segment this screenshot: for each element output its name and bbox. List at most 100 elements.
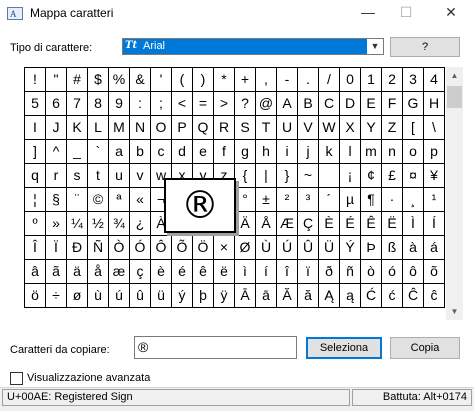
char-cell[interactable]: D bbox=[340, 92, 361, 116]
char-cell[interactable]: $ bbox=[88, 68, 109, 92]
char-cell[interactable]: ø bbox=[67, 284, 88, 308]
char-cell[interactable]: ¦ bbox=[25, 188, 46, 212]
char-cell[interactable]: Ó bbox=[130, 236, 151, 260]
char-cell[interactable]: : bbox=[130, 92, 151, 116]
char-cell[interactable]: ö bbox=[25, 284, 46, 308]
char-cell[interactable]: Î bbox=[25, 236, 46, 260]
char-cell[interactable]: ¥ bbox=[424, 164, 445, 188]
copy-input[interactable]: ® bbox=[134, 336, 297, 359]
char-cell[interactable]: ê bbox=[193, 260, 214, 284]
char-cell[interactable]: ç bbox=[130, 260, 151, 284]
char-cell[interactable]: ą bbox=[340, 284, 361, 308]
char-cell[interactable]: É bbox=[340, 212, 361, 236]
char-cell[interactable]: õ bbox=[424, 260, 445, 284]
char-cell[interactable]: c bbox=[151, 140, 172, 164]
char-cell[interactable]: © bbox=[88, 188, 109, 212]
maximize-button[interactable]: ☐ bbox=[387, 0, 425, 26]
scroll-down-arrow-icon[interactable]: ▼ bbox=[446, 303, 463, 320]
char-cell[interactable]: K bbox=[67, 116, 88, 140]
help-button[interactable]: ? bbox=[390, 37, 460, 57]
char-cell[interactable]: M bbox=[109, 116, 130, 140]
char-cell[interactable]: X bbox=[340, 116, 361, 140]
char-cell[interactable]: ë bbox=[214, 260, 235, 284]
char-cell[interactable]: ) bbox=[193, 68, 214, 92]
char-cell[interactable]: ¶ bbox=[361, 188, 382, 212]
char-cell[interactable]: ¹ bbox=[424, 188, 445, 212]
char-cell[interactable]: d bbox=[172, 140, 193, 164]
char-cell[interactable] bbox=[319, 164, 340, 188]
char-cell[interactable]: 8 bbox=[88, 92, 109, 116]
char-cell[interactable]: & bbox=[130, 68, 151, 92]
char-cell[interactable]: { bbox=[235, 164, 256, 188]
char-cell[interactable]: i bbox=[277, 140, 298, 164]
char-cell[interactable]: o bbox=[403, 140, 424, 164]
char-cell[interactable]: Q bbox=[193, 116, 214, 140]
char-cell[interactable]: ï bbox=[298, 260, 319, 284]
char-cell[interactable]: . bbox=[298, 68, 319, 92]
char-cell[interactable]: 2 bbox=[382, 68, 403, 92]
char-cell[interactable]: 7 bbox=[67, 92, 88, 116]
char-cell[interactable]: 5 bbox=[25, 92, 46, 116]
char-cell[interactable]: 0 bbox=[340, 68, 361, 92]
char-cell[interactable]: B bbox=[298, 92, 319, 116]
char-cell[interactable]: ă bbox=[298, 284, 319, 308]
char-cell[interactable]: A bbox=[277, 92, 298, 116]
char-cell[interactable]: £ bbox=[382, 164, 403, 188]
char-cell[interactable]: _ bbox=[67, 140, 88, 164]
char-cell[interactable]: ã bbox=[46, 260, 67, 284]
char-cell[interactable]: » bbox=[46, 212, 67, 236]
char-cell[interactable]: Ć bbox=[361, 284, 382, 308]
char-cell[interactable]: t bbox=[88, 164, 109, 188]
chevron-down-icon[interactable]: ▼ bbox=[367, 39, 383, 54]
char-cell[interactable]: O bbox=[151, 116, 172, 140]
char-cell[interactable]: Ø bbox=[235, 236, 256, 260]
char-cell[interactable]: C bbox=[319, 92, 340, 116]
char-cell[interactable]: ¤ bbox=[403, 164, 424, 188]
char-cell[interactable]: × bbox=[214, 236, 235, 260]
char-cell[interactable]: Õ bbox=[172, 236, 193, 260]
char-cell[interactable]: m bbox=[361, 140, 382, 164]
char-cell[interactable]: è bbox=[151, 260, 172, 284]
char-cell[interactable]: [ bbox=[403, 116, 424, 140]
char-cell[interactable]: E bbox=[361, 92, 382, 116]
char-cell[interactable]: û bbox=[130, 284, 151, 308]
char-cell[interactable]: e bbox=[193, 140, 214, 164]
char-cell[interactable]: } bbox=[277, 164, 298, 188]
char-cell[interactable]: ¾ bbox=[109, 212, 130, 236]
char-cell[interactable]: \ bbox=[424, 116, 445, 140]
char-cell[interactable]: ß bbox=[382, 236, 403, 260]
char-cell[interactable]: ÿ bbox=[214, 284, 235, 308]
char-cell[interactable]: S bbox=[235, 116, 256, 140]
char-cell[interactable]: Ý bbox=[340, 236, 361, 260]
select-button[interactable]: Seleziona bbox=[306, 337, 382, 359]
char-cell[interactable]: G bbox=[403, 92, 424, 116]
char-cell[interactable]: p bbox=[424, 140, 445, 164]
char-cell[interactable]: î bbox=[277, 260, 298, 284]
char-cell[interactable]: ± bbox=[256, 188, 277, 212]
char-cell[interactable]: l bbox=[340, 140, 361, 164]
char-cell[interactable]: Ĉ bbox=[403, 284, 424, 308]
char-cell[interactable]: 4 bbox=[424, 68, 445, 92]
char-cell[interactable]: Ă bbox=[277, 284, 298, 308]
char-cell[interactable]: s bbox=[67, 164, 88, 188]
char-cell[interactable]: ¼ bbox=[67, 212, 88, 236]
char-cell[interactable]: Y bbox=[361, 116, 382, 140]
char-cell[interactable]: ~ bbox=[298, 164, 319, 188]
char-cell[interactable]: * bbox=[214, 68, 235, 92]
char-cell[interactable]: å bbox=[88, 260, 109, 284]
scroll-thumb[interactable] bbox=[447, 86, 462, 108]
char-cell[interactable]: Ą bbox=[319, 284, 340, 308]
char-cell[interactable]: > bbox=[214, 92, 235, 116]
char-cell[interactable]: 1 bbox=[361, 68, 382, 92]
char-cell[interactable]: # bbox=[67, 68, 88, 92]
char-cell[interactable]: á bbox=[424, 236, 445, 260]
char-cell[interactable]: ù bbox=[88, 284, 109, 308]
char-cell[interactable]: à bbox=[403, 236, 424, 260]
char-cell[interactable]: ð bbox=[319, 260, 340, 284]
char-cell[interactable]: ¿ bbox=[130, 212, 151, 236]
char-cell[interactable]: 6 bbox=[46, 92, 67, 116]
char-cell[interactable]: | bbox=[256, 164, 277, 188]
char-cell[interactable]: 9 bbox=[109, 92, 130, 116]
char-cell[interactable]: ü bbox=[151, 284, 172, 308]
char-cell[interactable]: æ bbox=[109, 260, 130, 284]
